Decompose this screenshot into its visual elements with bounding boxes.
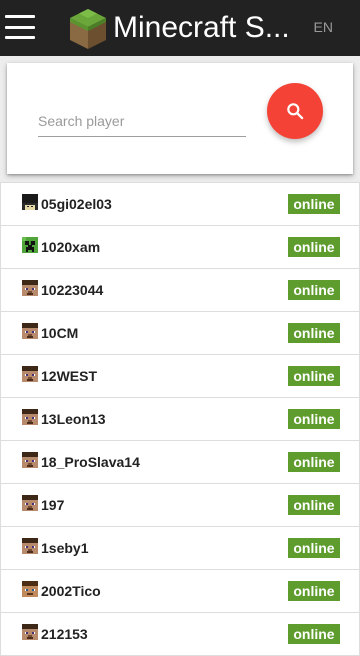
player-list: 05gi02el03 online 1020xam online 10223044 onl… xyxy=(0,182,360,656)
player-avatar-icon xyxy=(22,409,38,425)
player-avatar-icon xyxy=(22,581,38,597)
player-row[interactable]: 13Leon13 online xyxy=(0,398,360,441)
grass-block-logo-icon xyxy=(70,9,106,49)
player-row[interactable]: 212153 online xyxy=(0,613,360,656)
search-button[interactable] xyxy=(267,83,323,139)
player-row[interactable]: 18_ProSlava14 online xyxy=(0,441,360,484)
player-avatar-icon xyxy=(22,452,38,468)
language-selector[interactable]: EN xyxy=(314,19,333,35)
search-card xyxy=(7,63,353,174)
player-row[interactable]: 10223044 online xyxy=(0,269,360,312)
player-row[interactable]: 05gi02el03 online xyxy=(0,183,360,226)
player-row[interactable]: 12WEST online xyxy=(0,355,360,398)
player-avatar-icon xyxy=(22,194,38,210)
player-name: 212153 xyxy=(41,626,88,642)
menu-line xyxy=(5,15,35,18)
player-name: 05gi02el03 xyxy=(41,196,112,212)
app-bar: Minecraft S... EN xyxy=(0,0,360,56)
status-badge: online xyxy=(288,280,340,300)
app-title: Minecraft S... xyxy=(113,11,290,44)
status-badge: online xyxy=(288,237,340,257)
player-avatar-icon xyxy=(22,624,38,640)
menu-line xyxy=(5,36,35,39)
status-badge: online xyxy=(288,495,340,515)
player-row[interactable]: 1020xam online xyxy=(0,226,360,269)
player-row[interactable]: 197 online xyxy=(0,484,360,527)
status-badge: online xyxy=(288,409,340,429)
player-avatar-icon xyxy=(22,538,38,554)
player-avatar-icon xyxy=(22,323,38,339)
player-name: 1020xam xyxy=(41,239,101,255)
player-avatar-icon xyxy=(22,280,38,296)
player-avatar-icon xyxy=(22,366,38,382)
player-name: 12WEST xyxy=(41,368,98,384)
player-name: 13Leon13 xyxy=(41,411,106,427)
player-name: 197 xyxy=(41,497,65,513)
menu-line xyxy=(5,25,35,29)
status-badge: online xyxy=(288,323,340,343)
player-name: 18_ProSlava14 xyxy=(41,454,140,470)
status-badge: online xyxy=(288,194,340,214)
search-player-input[interactable] xyxy=(38,105,246,137)
player-avatar-icon xyxy=(22,495,38,511)
player-row[interactable]: 10CM online xyxy=(0,312,360,355)
status-badge: online xyxy=(288,538,340,558)
status-badge: online xyxy=(288,581,340,601)
status-badge: online xyxy=(288,624,340,644)
player-name: 10CM xyxy=(41,325,79,341)
player-name: 10223044 xyxy=(41,282,104,298)
player-name: 1seby1 xyxy=(41,540,89,556)
status-badge: online xyxy=(288,366,340,386)
player-row[interactable]: 2002Tico online xyxy=(0,570,360,613)
hamburger-menu-icon[interactable] xyxy=(5,12,35,42)
player-avatar-icon xyxy=(22,237,38,253)
player-name: 2002Tico xyxy=(41,583,101,599)
search-icon xyxy=(287,103,304,120)
status-badge: online xyxy=(288,452,340,472)
player-row[interactable]: 1seby1 online xyxy=(0,527,360,570)
